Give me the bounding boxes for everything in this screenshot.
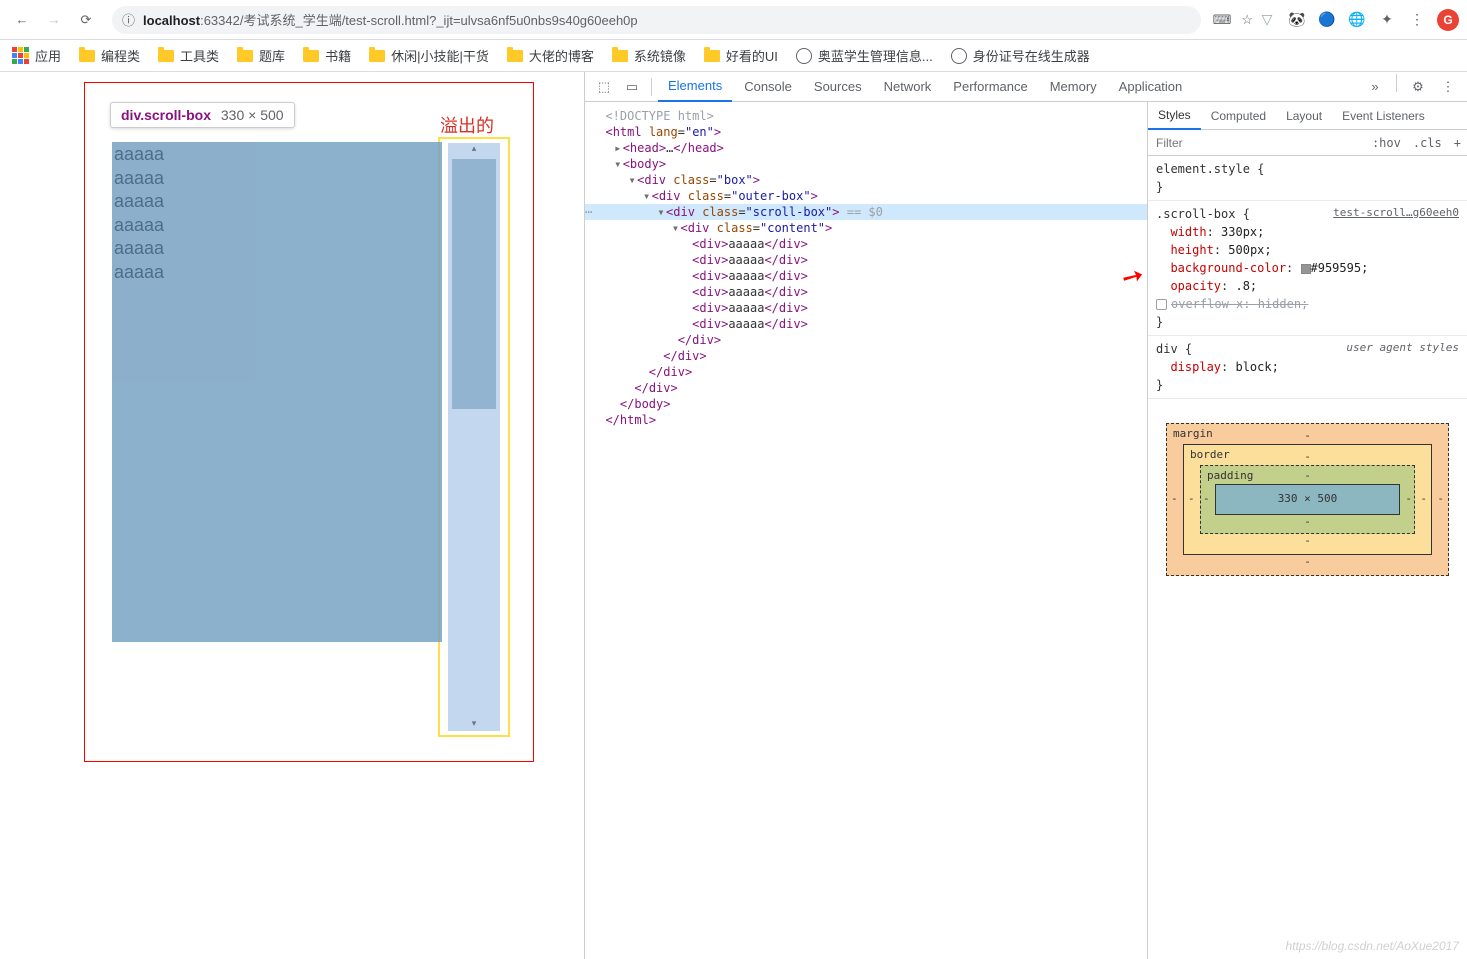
content-line: aaaaa	[112, 189, 442, 213]
menu-icon[interactable]: ⋮	[1407, 10, 1427, 30]
bookmark-folder-6[interactable]: 系统镜像	[612, 46, 686, 65]
property-checkbox[interactable]	[1156, 299, 1167, 310]
content-line: aaaaa	[112, 166, 442, 190]
ext-icon-4[interactable]: 🌐	[1347, 10, 1367, 30]
tooltip-selector: div.scroll-box	[121, 107, 211, 123]
browser-toolbar: ← → ⟳ ⓘ localhost:63342/考试系统_学生端/test-sc…	[0, 0, 1467, 40]
color-swatch-icon[interactable]	[1301, 264, 1311, 274]
address-actions: ⌨ ☆	[1213, 12, 1253, 28]
tab-event-listeners[interactable]: Event Listeners	[1332, 102, 1435, 130]
bookmark-bar: 应用 编程类 工具类 题库 书籍 休闲|小技能|干货 大佬的博客 系统镜像 好看…	[0, 40, 1467, 72]
ext-icon-2[interactable]: 🐼	[1287, 10, 1307, 30]
element-tooltip: div.scroll-box 330 × 500	[110, 102, 295, 128]
apps-icon	[12, 47, 29, 64]
elements-tree[interactable]: <!DOCTYPE html> <html lang="en"> ▸<head>…	[585, 102, 1147, 959]
folder-icon	[612, 50, 628, 62]
tab-sources[interactable]: Sources	[804, 72, 872, 102]
devtools-panel: ⬚ ▭ Elements Console Sources Network Per…	[584, 72, 1467, 959]
globe-icon	[796, 48, 812, 64]
bm-margin-label: margin	[1173, 426, 1213, 443]
reload-button[interactable]: ⟳	[72, 6, 100, 34]
folder-icon	[79, 50, 95, 62]
content-line: aaaaa	[112, 142, 442, 166]
apps-label: 应用	[35, 46, 61, 65]
tab-computed[interactable]: Computed	[1201, 102, 1276, 130]
bookmark-link-2[interactable]: 身份证号在线生成器	[951, 46, 1090, 65]
bookmark-folder-7[interactable]: 好看的UI	[704, 46, 778, 65]
extensions-icon[interactable]: ✦	[1377, 10, 1397, 30]
watermark-text: https://blog.csdn.net/AoXue2017	[1286, 939, 1459, 953]
hov-toggle[interactable]: :hov	[1366, 136, 1407, 150]
site-info-icon[interactable]: ⓘ	[122, 10, 135, 29]
settings-icon[interactable]: ⚙	[1405, 74, 1431, 100]
styles-panel: Styles Computed Layout Event Listeners :…	[1147, 102, 1467, 959]
folder-icon	[237, 50, 253, 62]
new-style-button[interactable]: +	[1448, 136, 1467, 150]
page-preview: div.scroll-box 330 × 500 溢出的 ▴ ▾ aaaaa a…	[0, 72, 584, 959]
profile-avatar[interactable]: G	[1437, 9, 1459, 31]
extensions-row: ▽ 🐼 🔵 🌐 ✦ ⋮ G	[1257, 9, 1459, 31]
folder-icon	[507, 50, 523, 62]
tab-elements[interactable]: Elements	[658, 72, 732, 102]
smile-icon	[951, 48, 967, 64]
bookmark-folder-5[interactable]: 大佬的博客	[507, 46, 594, 65]
bookmark-link-1[interactable]: 奥蓝学生管理信息...	[796, 46, 933, 65]
folder-icon	[369, 50, 385, 62]
content-line: aaaaa	[112, 260, 442, 284]
url-text: localhost:63342/考试系统_学生端/test-scroll.htm…	[143, 10, 638, 29]
tab-styles[interactable]: Styles	[1148, 102, 1201, 130]
tab-memory[interactable]: Memory	[1040, 72, 1107, 102]
bookmark-folder-4[interactable]: 休闲|小技能|干货	[369, 46, 489, 65]
tab-console[interactable]: Console	[734, 72, 802, 102]
tab-performance[interactable]: Performance	[943, 72, 1037, 102]
bookmark-folder-0[interactable]: 编程类	[79, 46, 140, 65]
folder-icon	[303, 50, 319, 62]
devtools-tabs: ⬚ ▭ Elements Console Sources Network Per…	[585, 72, 1467, 102]
bookmark-folder-3[interactable]: 书籍	[303, 46, 351, 65]
ext-icon-3[interactable]: 🔵	[1317, 10, 1337, 30]
bookmark-folder-2[interactable]: 题库	[237, 46, 285, 65]
folder-icon	[158, 50, 174, 62]
styles-body[interactable]: element.style { } .scroll-box {test-scro…	[1148, 156, 1467, 959]
box-model-diagram[interactable]: margin ---- border ---- padding ---- 330…	[1156, 403, 1459, 596]
cls-toggle[interactable]: .cls	[1407, 136, 1448, 150]
tab-network[interactable]: Network	[874, 72, 942, 102]
folder-icon	[704, 50, 720, 62]
translate-icon[interactable]: ⌨	[1213, 12, 1232, 28]
content-line: aaaaa	[112, 236, 442, 260]
more-tabs-icon[interactable]: »	[1362, 74, 1388, 100]
styles-tabs: Styles Computed Layout Event Listeners	[1148, 102, 1467, 130]
bm-content-size: 330 × 500	[1215, 484, 1400, 515]
bm-border-label: border	[1190, 447, 1230, 464]
bookmark-folder-1[interactable]: 工具类	[158, 46, 219, 65]
tab-layout[interactable]: Layout	[1276, 102, 1332, 130]
device-icon[interactable]: ▭	[619, 74, 645, 100]
forward-button[interactable]: →	[40, 6, 68, 34]
styles-filter-row: :hov .cls +	[1148, 130, 1467, 156]
ext-icon-1[interactable]: ▽	[1257, 10, 1277, 30]
tab-application[interactable]: Application	[1109, 72, 1193, 102]
styles-filter-input[interactable]	[1148, 136, 1366, 150]
overflow-highlight: ▴ ▾	[438, 137, 510, 737]
devtools-menu-icon[interactable]: ⋮	[1435, 74, 1461, 100]
overflow-annotation: 溢出的	[440, 112, 494, 138]
address-bar[interactable]: ⓘ localhost:63342/考试系统_学生端/test-scroll.h…	[112, 6, 1201, 34]
source-link[interactable]: test-scroll…g60eeh0	[1333, 205, 1459, 222]
apps-button[interactable]: 应用	[12, 46, 61, 65]
bm-padding-label: padding	[1207, 468, 1253, 485]
content-line: aaaaa	[112, 213, 442, 237]
back-button[interactable]: ←	[8, 6, 36, 34]
tooltip-dimensions: 330 × 500	[221, 107, 284, 123]
scroll-box-element[interactable]: aaaaa aaaaa aaaaa aaaaa aaaaa aaaaa	[112, 142, 442, 642]
inspect-icon[interactable]: ⬚	[591, 74, 617, 100]
bookmark-star-icon[interactable]: ☆	[1241, 12, 1253, 28]
